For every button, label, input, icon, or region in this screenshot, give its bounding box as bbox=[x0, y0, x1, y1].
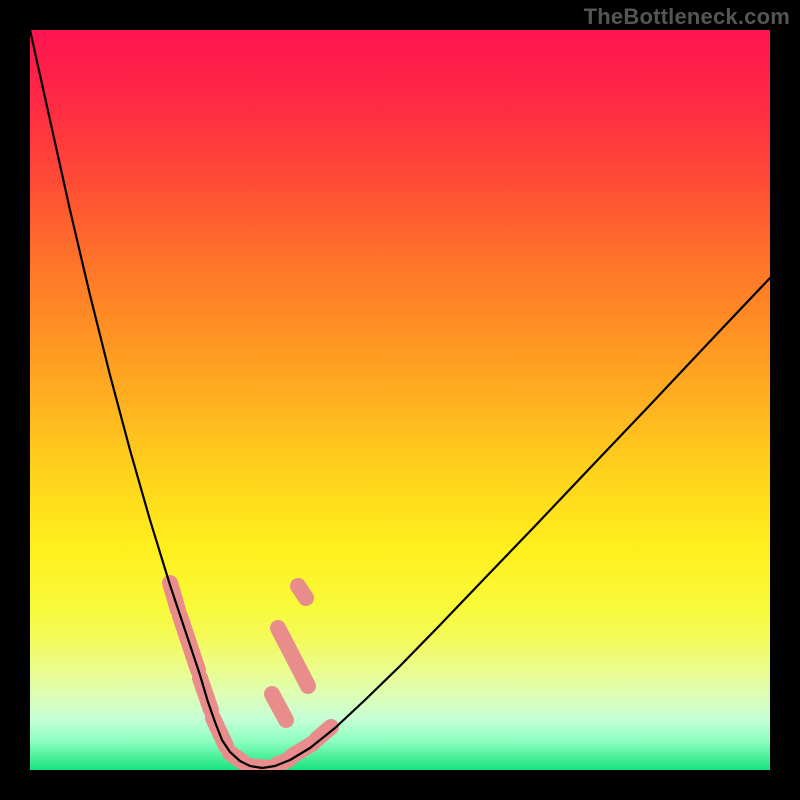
curve-marker bbox=[298, 586, 306, 598]
curve-marker bbox=[278, 628, 308, 686]
watermark-text: TheBottleneck.com bbox=[584, 4, 790, 30]
marker-layer bbox=[170, 583, 331, 768]
plot-area bbox=[30, 30, 770, 770]
chart-container: TheBottleneck.com bbox=[0, 0, 800, 800]
bottleneck-curve bbox=[30, 30, 770, 768]
curve-marker bbox=[292, 743, 313, 756]
curve-svg bbox=[30, 30, 770, 770]
curve-marker bbox=[272, 694, 286, 720]
